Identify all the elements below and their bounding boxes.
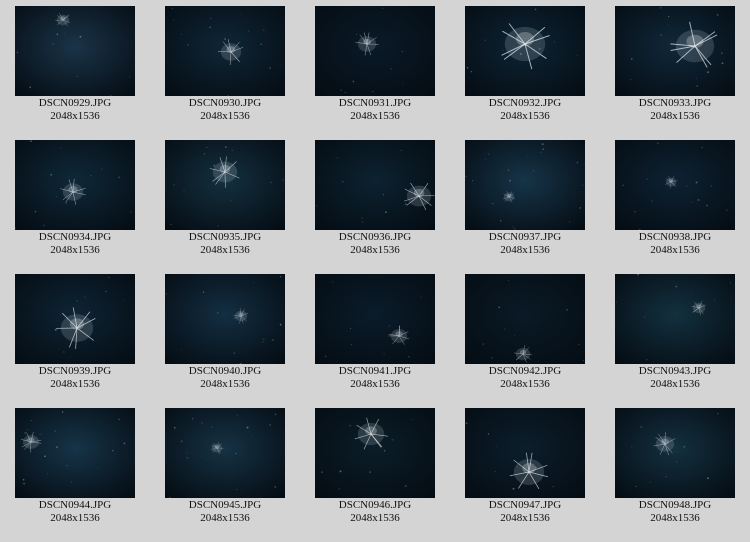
thumbnail-filename[interactable]: DSCN0945.JPG: [150, 499, 300, 512]
thumbnail-image[interactable]: [465, 6, 585, 96]
thumbnail-filename[interactable]: DSCN0938.JPG: [600, 231, 750, 244]
thumbnail-filename[interactable]: DSCN0931.JPG: [300, 97, 450, 110]
thumbnail-dimensions: 2048x1536: [50, 378, 100, 390]
thumbnail-filename[interactable]: DSCN0942.JPG: [450, 365, 600, 378]
thumbnail-filename[interactable]: DSCN0932.JPG: [450, 97, 600, 110]
thumbnail-image[interactable]: [465, 140, 585, 230]
thumbnail-dimensions: 2048x1536: [350, 378, 400, 390]
thumbnail-dimensions: 2048x1536: [200, 244, 250, 256]
thumbnail-dimensions: 2048x1536: [650, 110, 700, 122]
thumbnail-image[interactable]: [15, 408, 135, 498]
thumbnail-item[interactable]: DSCN0929.JPG 2048x1536: [0, 0, 150, 134]
thumbnail-dimensions: 2048x1536: [200, 378, 250, 390]
thumbnail-dimensions: 2048x1536: [50, 244, 100, 256]
thumbnail-image[interactable]: [315, 408, 435, 498]
thumbnail-image[interactable]: [15, 140, 135, 230]
thumbnail-item[interactable]: DSCN0942.JPG 2048x1536: [450, 268, 600, 402]
thumbnail-filename[interactable]: DSCN0943.JPG: [600, 365, 750, 378]
thumbnail-dimensions: 2048x1536: [200, 110, 250, 122]
thumbnail-filename[interactable]: DSCN0935.JPG: [150, 231, 300, 244]
thumbnail-image[interactable]: [165, 140, 285, 230]
thumbnail-dimensions: 2048x1536: [350, 244, 400, 256]
thumbnail-image[interactable]: [165, 408, 285, 498]
thumbnail-dimensions: 2048x1536: [350, 512, 400, 524]
thumbnail-image[interactable]: [615, 6, 735, 96]
thumbnail-filename[interactable]: DSCN0937.JPG: [450, 231, 600, 244]
thumbnail-item[interactable]: DSCN0943.JPG 2048x1536: [600, 268, 750, 402]
thumbnail-item[interactable]: DSCN0935.JPG 2048x1536: [150, 134, 300, 268]
thumbnail-dimensions: 2048x1536: [350, 110, 400, 122]
thumbnail-item[interactable]: DSCN0947.JPG 2048x1536: [450, 402, 600, 536]
thumbnail-item[interactable]: DSCN0940.JPG 2048x1536: [150, 268, 300, 402]
thumbnail-image[interactable]: [615, 408, 735, 498]
thumbnail-item[interactable]: DSCN0930.JPG 2048x1536: [150, 0, 300, 134]
thumbnail-item[interactable]: DSCN0932.JPG 2048x1536: [450, 0, 600, 134]
thumbnail-item[interactable]: DSCN0941.JPG 2048x1536: [300, 268, 450, 402]
thumbnail-item[interactable]: DSCN0931.JPG 2048x1536: [300, 0, 450, 134]
thumbnail-item[interactable]: DSCN0948.JPG 2048x1536: [600, 402, 750, 536]
thumbnail-item[interactable]: DSCN0944.JPG 2048x1536: [0, 402, 150, 536]
thumbnail-image[interactable]: [165, 6, 285, 96]
thumbnail-dimensions: 2048x1536: [500, 244, 550, 256]
thumbnail-image[interactable]: [315, 274, 435, 364]
thumbnail-filename[interactable]: DSCN0936.JPG: [300, 231, 450, 244]
thumbnail-filename[interactable]: DSCN0929.JPG: [0, 97, 150, 110]
thumbnail-filename[interactable]: DSCN0934.JPG: [0, 231, 150, 244]
thumbnail-dimensions: 2048x1536: [50, 110, 100, 122]
thumbnail-item[interactable]: DSCN0937.JPG 2048x1536: [450, 134, 600, 268]
thumbnail-filename[interactable]: DSCN0946.JPG: [300, 499, 450, 512]
thumbnail-item[interactable]: DSCN0945.JPG 2048x1536: [150, 402, 300, 536]
thumbnail-item[interactable]: DSCN0939.JPG 2048x1536: [0, 268, 150, 402]
thumbnail-dimensions: 2048x1536: [650, 512, 700, 524]
thumbnail-item[interactable]: DSCN0936.JPG 2048x1536: [300, 134, 450, 268]
thumbnail-image[interactable]: [15, 6, 135, 96]
thumbnail-filename[interactable]: DSCN0947.JPG: [450, 499, 600, 512]
thumbnail-dimensions: 2048x1536: [650, 244, 700, 256]
thumbnail-dimensions: 2048x1536: [200, 512, 250, 524]
thumbnail-image[interactable]: [615, 140, 735, 230]
thumbnail-image[interactable]: [465, 274, 585, 364]
thumbnail-image[interactable]: [315, 140, 435, 230]
thumbnail-item[interactable]: DSCN0934.JPG 2048x1536: [0, 134, 150, 268]
thumbnail-filename[interactable]: DSCN0933.JPG: [600, 97, 750, 110]
thumbnail-dimensions: 2048x1536: [650, 378, 700, 390]
thumbnail-item[interactable]: DSCN0946.JPG 2048x1536: [300, 402, 450, 536]
thumbnail-image[interactable]: [615, 274, 735, 364]
thumbnail-dimensions: 2048x1536: [50, 512, 100, 524]
thumbnail-filename[interactable]: DSCN0941.JPG: [300, 365, 450, 378]
thumbnail-filename[interactable]: DSCN0930.JPG: [150, 97, 300, 110]
thumbnail-item[interactable]: DSCN0933.JPG 2048x1536: [600, 0, 750, 134]
thumbnail-filename[interactable]: DSCN0948.JPG: [600, 499, 750, 512]
thumbnail-dimensions: 2048x1536: [500, 110, 550, 122]
thumbnail-filename[interactable]: DSCN0940.JPG: [150, 365, 300, 378]
thumbnail-filename[interactable]: DSCN0939.JPG: [0, 365, 150, 378]
thumbnail-dimensions: 2048x1536: [500, 512, 550, 524]
thumbnail-filename[interactable]: DSCN0944.JPG: [0, 499, 150, 512]
thumbnail-image[interactable]: [15, 274, 135, 364]
thumbnail-image[interactable]: [315, 6, 435, 96]
thumbnail-image[interactable]: [465, 408, 585, 498]
thumbnail-image[interactable]: [165, 274, 285, 364]
thumbnail-dimensions: 2048x1536: [500, 378, 550, 390]
thumbnail-gallery: DSCN0929.JPG 2048x1536 DSCN0930.JPG 2048x1…: [0, 0, 750, 542]
thumbnail-item[interactable]: DSCN0938.JPG 2048x1536: [600, 134, 750, 268]
